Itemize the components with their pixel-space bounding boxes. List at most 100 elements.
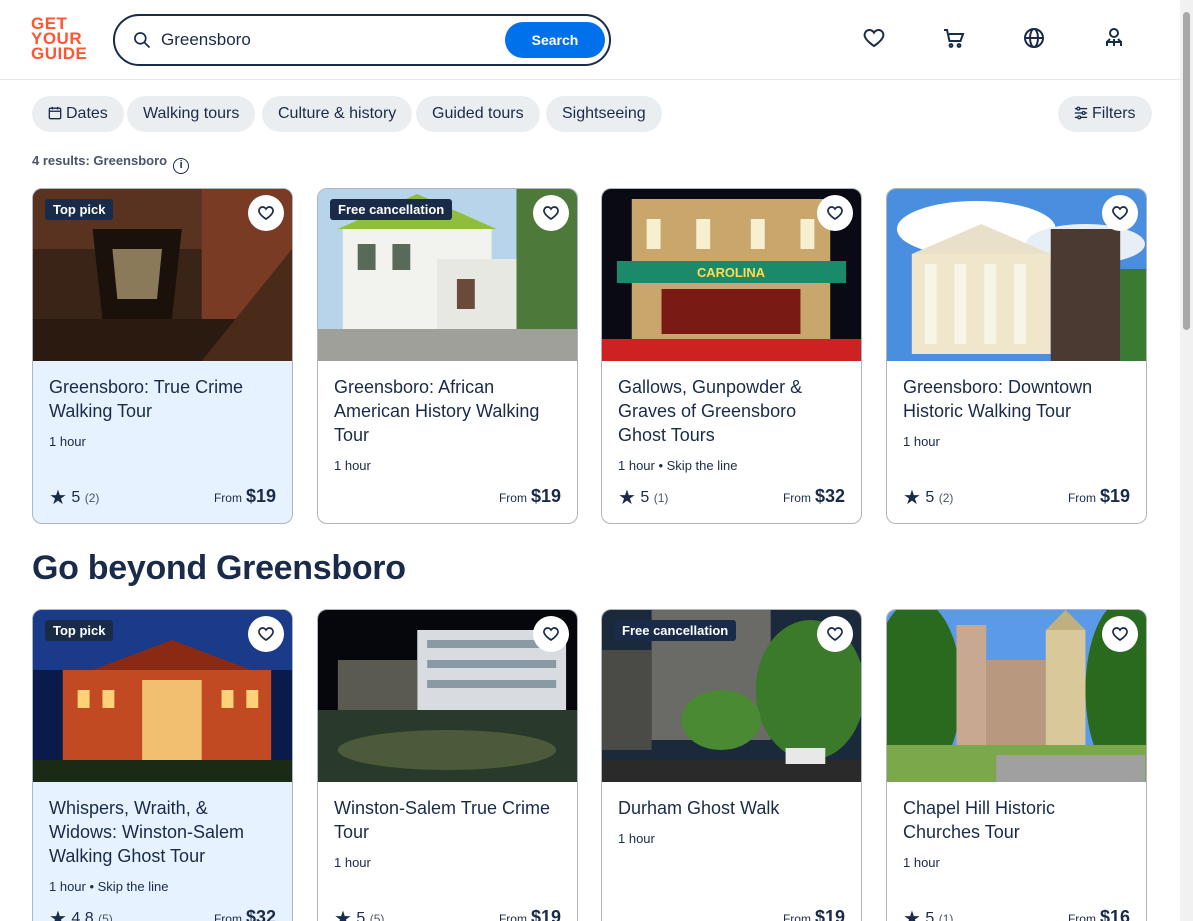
activity-title[interactable]: Winston-Salem True Crime Tour: [334, 796, 564, 844]
getyourguide-logo[interactable]: GET YOUR GUIDE: [31, 15, 91, 63]
wishlist-button[interactable]: [533, 616, 569, 652]
wishlist-button[interactable]: [817, 616, 853, 652]
heart-icon: [827, 627, 843, 641]
activity-card[interactable]: CAROLINA Gallows, Gunpowder & Graves of …: [601, 188, 862, 524]
results-text: 4 results: Greensboro: [32, 153, 168, 168]
chip-label: Walking tours: [143, 105, 240, 122]
activity-duration: 1 hour: [334, 855, 371, 870]
price-value: $32: [245, 907, 276, 921]
activity-price: From $32: [783, 486, 845, 507]
chip-walking-tours[interactable]: Walking tours: [127, 96, 256, 132]
activity-rating: ★ 5 (2): [49, 485, 99, 510]
wishlist-button[interactable]: [1102, 195, 1138, 231]
price-value: $32: [814, 486, 845, 506]
activity-duration: 1 hour: [903, 434, 940, 449]
price-value: $19: [530, 907, 561, 921]
wishlist-button[interactable]: [248, 616, 284, 652]
activity-image: CAROLINA: [602, 189, 861, 361]
rating-value: 5: [640, 489, 650, 506]
activity-rating: ★ 5 (1): [903, 906, 953, 921]
wishlist-heart-icon[interactable]: [862, 26, 886, 50]
price-from: From: [782, 912, 811, 921]
logo-line-3: GUIDE: [31, 44, 88, 63]
activity-price: From $16: [1068, 907, 1130, 921]
calendar-icon: [48, 106, 62, 120]
chip-label: Guided tours: [432, 105, 524, 122]
chip-dates[interactable]: Dates: [32, 96, 124, 132]
results-count: 4 results: Greensboro i: [32, 153, 190, 174]
activity-title[interactable]: Gallows, Gunpowder & Graves of Greensbor…: [618, 375, 848, 447]
sliders-icon: [1074, 106, 1088, 120]
free-cancellation-badge: Free cancellation: [330, 199, 453, 220]
activity-duration: 1 hour • Skip the line: [49, 879, 169, 894]
activity-price: From $19: [783, 907, 845, 921]
star-icon: ★: [334, 908, 352, 921]
price-value: $19: [245, 486, 276, 506]
activity-card[interactable]: Winston-Salem True Crime Tour 1 hour ★ 5…: [317, 609, 578, 921]
price-from: From: [1067, 912, 1096, 921]
page-scrollbar[interactable]: [1180, 0, 1193, 921]
activity-title[interactable]: Durham Ghost Walk: [618, 796, 848, 820]
activity-rating: ★ 4.8 (5): [49, 906, 113, 921]
wishlist-button[interactable]: [248, 195, 284, 231]
search-bar[interactable]: Greensboro Search: [113, 14, 611, 66]
search-icon: [134, 32, 151, 49]
price-from: From: [498, 491, 527, 505]
price-from: From: [498, 912, 527, 921]
search-input[interactable]: Greensboro: [161, 30, 251, 50]
rating-value: 5: [925, 489, 935, 506]
search-button[interactable]: Search: [505, 22, 605, 58]
activity-price: From $19: [214, 486, 276, 507]
activity-card[interactable]: Top pick Whispers, Wraith, & Widows: Win…: [32, 609, 293, 921]
review-count: (5): [369, 912, 385, 921]
filters-label: Filters: [1092, 105, 1136, 122]
star-icon: ★: [903, 487, 921, 509]
heart-icon: [543, 627, 559, 641]
cart-icon[interactable]: [942, 26, 966, 50]
activity-card[interactable]: Greensboro: Downtown Historic Walking To…: [886, 188, 1147, 524]
activity-image: Free cancellation: [602, 610, 861, 782]
activity-rating: ★ 5 (5): [334, 906, 384, 921]
activity-rating: ★ 5 (2): [903, 485, 953, 510]
rating-value: 4.8: [71, 910, 94, 921]
top-pick-badge: Top pick: [45, 199, 114, 220]
chip-sightseeing[interactable]: Sightseeing: [546, 96, 662, 132]
activity-card[interactable]: Free cancellation Durham Ghost Walk 1 ho…: [601, 609, 862, 921]
activity-title[interactable]: Greensboro: True Crime Walking Tour: [49, 375, 279, 423]
activity-card[interactable]: Chapel Hill Historic Churches Tour 1 hou…: [886, 609, 1147, 921]
price-from: From: [213, 491, 242, 505]
scrollbar-thumb[interactable]: [1183, 12, 1190, 330]
theater-sign-text: CAROLINA: [697, 265, 765, 280]
section-title: Go beyond Greensboro: [32, 549, 406, 587]
heart-icon: [1112, 627, 1128, 641]
star-icon: ★: [903, 908, 921, 921]
filters-button[interactable]: Filters: [1058, 96, 1152, 132]
activity-title[interactable]: Chapel Hill Historic Churches Tour: [903, 796, 1133, 844]
activity-title[interactable]: Greensboro: Downtown Historic Walking To…: [903, 375, 1133, 423]
price-value: $19: [530, 486, 561, 506]
activity-card[interactable]: Free cancellation Greensboro: African Am…: [317, 188, 578, 524]
profile-icon[interactable]: [1102, 26, 1126, 50]
review-count: (5): [98, 912, 113, 921]
activity-price: From $19: [499, 907, 561, 921]
wishlist-button[interactable]: [1102, 616, 1138, 652]
wishlist-button[interactable]: [533, 195, 569, 231]
star-icon: ★: [618, 487, 636, 509]
activity-duration: 1 hour: [903, 855, 940, 870]
activity-card[interactable]: Top pick Greensboro: True Crime Walking …: [32, 188, 293, 524]
activity-duration: 1 hour: [334, 458, 371, 473]
activity-title[interactable]: Whispers, Wraith, & Widows: Winston-Sale…: [49, 796, 279, 868]
chip-culture-history[interactable]: Culture & history: [262, 96, 413, 132]
wishlist-button[interactable]: [817, 195, 853, 231]
activity-image: Top pick: [33, 189, 292, 361]
star-icon: ★: [49, 487, 67, 509]
chip-guided-tours[interactable]: Guided tours: [416, 96, 540, 132]
activity-duration: 1 hour: [49, 434, 86, 449]
info-icon[interactable]: i: [173, 158, 190, 174]
language-globe-icon[interactable]: [1022, 26, 1046, 50]
activity-rating: ★ 5 (1): [618, 485, 668, 510]
heart-icon: [827, 206, 843, 220]
heart-icon: [258, 206, 274, 220]
review-count: (2): [938, 491, 954, 505]
activity-title[interactable]: Greensboro: African American History Wal…: [334, 375, 564, 447]
